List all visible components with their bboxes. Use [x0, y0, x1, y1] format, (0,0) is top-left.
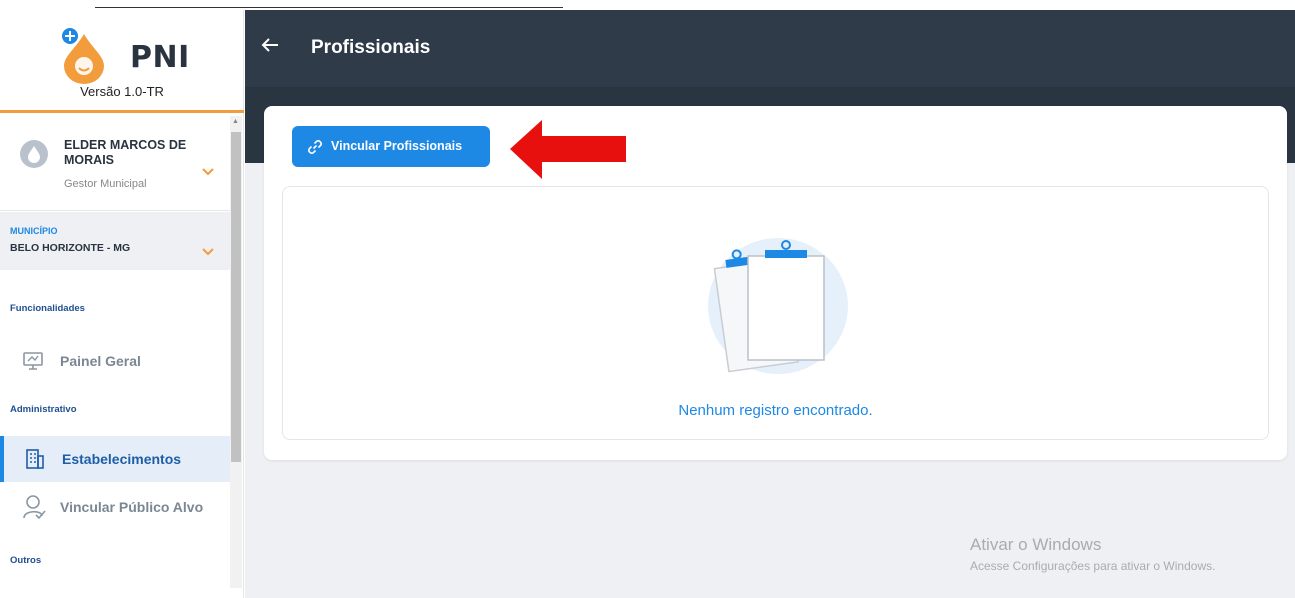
municipio-label: MUNICÍPIO	[10, 226, 58, 236]
empty-state-message: Nenhum registro encontrado.	[678, 402, 873, 419]
document-text-strip	[0, 0, 1295, 10]
sidebar-item-label: Vincular Público Alvo	[60, 499, 204, 515]
user-chevron-down-icon[interactable]	[202, 164, 214, 179]
drop-avatar-icon	[28, 146, 40, 163]
empty-clipboard-illustration-icon	[708, 238, 848, 374]
scroll-up-arrow-icon[interactable]: ▲	[232, 118, 239, 125]
municipio-selector[interactable]	[0, 212, 230, 270]
sidebar-item-label: Estabelecimentos	[62, 451, 182, 467]
vincular-profissionais-button[interactable]: Vincular Profissionais	[292, 126, 490, 167]
section-administrativo: Administrativo	[10, 404, 77, 415]
link-underline	[95, 7, 563, 8]
brand-divider	[0, 110, 244, 113]
user-check-icon	[22, 494, 46, 525]
logo-text: PNI	[130, 40, 190, 75]
user-name: ELDER MARCOS DE MORAIS	[64, 138, 187, 167]
app-logo[interactable]: PNI	[60, 18, 210, 88]
windows-activation-title: Ativar o Windows	[970, 535, 1102, 554]
avatar	[20, 140, 48, 168]
arrow-left-icon[interactable]	[261, 36, 279, 59]
presentation-board-icon	[22, 350, 44, 377]
sidebar-item-painel-geral[interactable]: Painel Geral	[0, 338, 230, 384]
municipio-value: BELO HORIZONTE - MG	[10, 242, 131, 254]
sidebar-item-estabelecimentos[interactable]: Estabelecimentos	[0, 436, 230, 482]
pni-drop-logo-icon	[62, 28, 104, 84]
page-title: Profissionais	[311, 37, 431, 58]
windows-activation-subtitle: Acesse Configurações para ativar o Windo…	[970, 559, 1216, 573]
red-annotation-arrow-icon	[510, 120, 626, 179]
building-icon	[24, 448, 46, 475]
municipio-chevron-down-icon[interactable]	[202, 244, 214, 259]
section-funcionalidades: Funcionalidades	[10, 303, 85, 314]
sidebar-item-label: Painel Geral	[60, 353, 141, 369]
sidebar-scrollbar-thumb[interactable]	[231, 132, 241, 462]
top-header: Profissionais	[245, 10, 1295, 87]
sidebar-item-vincular-publico-alvo[interactable]: Vincular Público Alvo	[0, 484, 230, 530]
user-role: Gestor Municipal	[64, 178, 147, 190]
app-version: Versão 1.0-TR	[80, 84, 164, 99]
section-outros: Outros	[10, 555, 42, 566]
link-icon	[306, 138, 324, 161]
button-label: Vincular Profissionais	[331, 139, 463, 153]
